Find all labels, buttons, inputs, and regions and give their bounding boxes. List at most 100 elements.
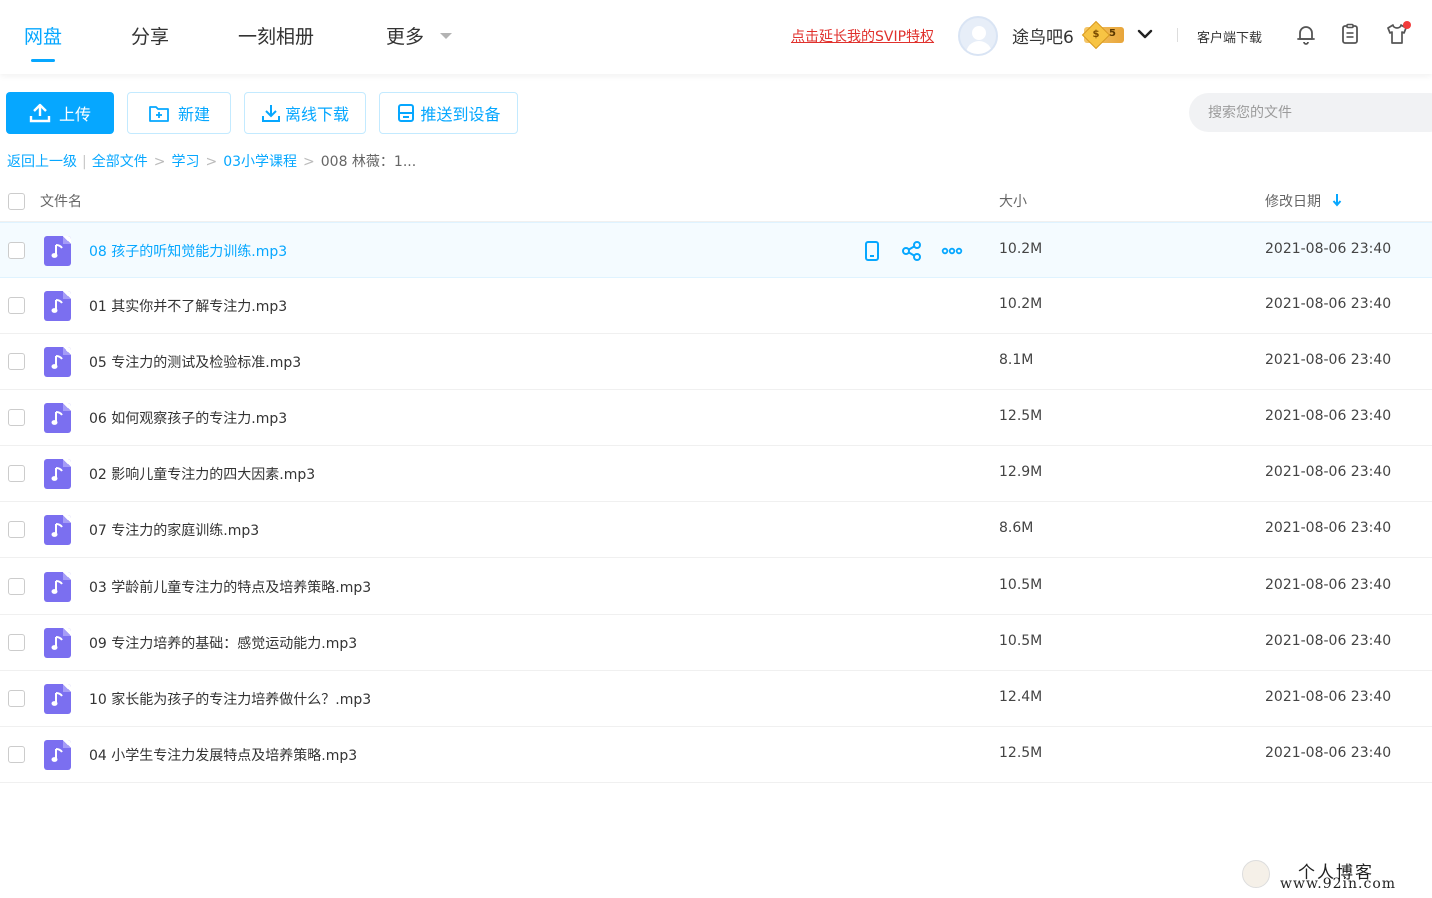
breadcrumb-current: 008 林薇：1... [320,154,417,170]
file-name[interactable]: 06 如何观察孩子的专注力.mp3 [89,408,287,428]
file-date: 2021-08-06 23:40 [1265,296,1392,312]
file-size: 10.2M [999,296,1043,312]
table-row[interactable]: 06 如何观察孩子的专注力.mp3 12.5M 2021-08-06 23:40 [0,390,1432,446]
avatar[interactable] [958,16,998,56]
file-name[interactable]: 04 小学生专注力发展特点及培养策略.mp3 [89,745,357,765]
offline-download-label: 离线下载 [284,105,349,124]
header-divider [1177,28,1178,42]
file-size: 8.6M [999,520,1034,536]
watermark-line2: www.92in.com [1280,876,1397,892]
breadcrumb-item-study[interactable]: 学习 [171,154,199,170]
active-tab-indicator [31,59,55,62]
phone-send-icon[interactable] [861,240,883,262]
file-name[interactable]: 07 专注力的家庭训练.mp3 [89,520,259,540]
username[interactable]: 途鸟吧6 [1012,23,1074,48]
sort-descending-icon[interactable] [1332,193,1342,207]
share-icon[interactable] [901,240,923,262]
file-name[interactable]: 09 专注力培养的基础：感觉运动能力.mp3 [89,633,357,653]
table-row[interactable]: 09 专注力培养的基础：感觉运动能力.mp3 10.5M 2021-08-06 23… [0,615,1432,671]
svip-extend-link[interactable]: 点击延长我的SVIP特权 [791,26,934,46]
watermark: 个人博客 www.92in.com [1240,858,1420,894]
file-date: 2021-08-06 23:40 [1265,520,1392,536]
upload-icon [29,103,51,123]
table-row[interactable]: 08 孩子的听知觉能力训练.mp3 10.2M 2021-08-06 23:40 [0,222,1432,278]
clipboard-icon[interactable] [1338,22,1362,46]
audio-file-icon [44,684,71,714]
audio-file-icon [44,628,71,658]
column-header-date[interactable]: 修改日期 [1265,191,1321,211]
bell-icon[interactable] [1294,22,1318,46]
breadcrumb-all-files[interactable]: 全部文件 [92,154,148,170]
upload-button[interactable]: 上传 [6,92,114,134]
table-row[interactable]: 10 家长能为孩子的专注力培养做什么？.mp3 12.4M 2021-08-06 2… [0,671,1432,727]
file-date: 2021-08-06 23:40 [1265,745,1392,761]
file-size: 10.5M [999,633,1043,649]
row-checkbox[interactable] [8,353,25,370]
top-header: 网盘 分享 一刻相册 更多 点击延长我的SVIP特权 途鸟吧6 $ 5 客户端下… [0,0,1432,74]
tab-netdisk[interactable]: 网盘 [24,22,62,49]
more-options-icon[interactable] [941,240,963,262]
file-size: 12.9M [999,464,1043,480]
column-header-name[interactable]: 文件名 [40,191,82,211]
file-date: 2021-08-06 23:40 [1265,689,1392,705]
vip-coin-label: $ [1092,29,1100,40]
audio-file-icon [44,740,71,770]
breadcrumb-back-link[interactable]: 返回上一级 [7,154,77,170]
table-row[interactable]: 07 专注力的家庭训练.mp3 8.6M 2021-08-06 23:40 [0,502,1432,558]
user-menu-chevron-icon[interactable] [1137,28,1153,40]
file-table-header: 文件名 大小 修改日期 [0,178,1432,222]
file-size: 12.5M [999,408,1043,424]
table-row[interactable]: 01 其实你并不了解专注力.mp3 10.2M 2021-08-06 23:40 [0,278,1432,334]
audio-file-icon [44,347,71,377]
row-checkbox[interactable] [8,690,25,707]
row-checkbox[interactable] [8,465,25,482]
file-name[interactable]: 02 影响儿童专注力的四大因素.mp3 [89,464,315,484]
upload-label: 上传 [58,105,91,124]
new-folder-button[interactable]: 新建 [127,92,231,134]
row-checkbox[interactable] [8,521,25,538]
file-name[interactable]: 08 孩子的听知觉能力训练.mp3 [89,241,287,261]
file-date: 2021-08-06 23:40 [1265,577,1392,593]
file-name[interactable]: 03 学龄前儿童专注力的特点及培养策略.mp3 [89,577,371,597]
table-row[interactable]: 05 专注力的测试及检验标准.mp3 8.1M 2021-08-06 23:40 [0,334,1432,390]
audio-file-icon [44,572,71,602]
file-name[interactable]: 10 家长能为孩子的专注力培养做什么？.mp3 [89,689,371,709]
tab-album[interactable]: 一刻相册 [238,22,314,49]
download-icon [261,105,280,122]
tab-share[interactable]: 分享 [131,22,169,49]
file-name[interactable]: 05 专注力的测试及检验标准.mp3 [89,352,301,372]
row-checkbox[interactable] [8,578,25,595]
watermark-logo-icon [1242,860,1270,888]
audio-file-icon [44,291,71,321]
tab-more[interactable]: 更多 [386,22,424,49]
push-to-device-label: 推送到设备 [420,105,501,124]
device-icon [398,104,415,122]
table-row[interactable]: 03 学龄前儿童专注力的特点及培养策略.mp3 10.5M 2021-08-06 2… [0,559,1432,615]
file-size: 10.2M [999,241,1043,257]
vip-level-number: 5 [1109,28,1116,39]
search-input[interactable] [1189,93,1432,132]
more-dropdown-icon[interactable] [440,33,452,39]
row-checkbox[interactable] [8,242,25,259]
file-name[interactable]: 01 其实你并不了解专注力.mp3 [89,296,287,316]
new-label: 新建 [177,105,210,124]
select-all-checkbox[interactable] [8,193,25,210]
push-to-device-button[interactable]: 推送到设备 [379,92,518,134]
row-checkbox[interactable] [8,746,25,763]
breadcrumb-item-course[interactable]: 03小学课程 [223,154,297,170]
notification-dot [1403,21,1411,29]
audio-file-icon [44,515,71,545]
audio-file-icon [44,459,71,489]
vip-level-badge: $ 5 [1081,20,1124,50]
column-header-size[interactable]: 大小 [999,191,1027,211]
file-date: 2021-08-06 23:40 [1265,408,1392,424]
audio-file-icon [44,403,71,433]
client-download-link[interactable]: 客户端下载 [1197,27,1262,46]
row-checkbox[interactable] [8,634,25,651]
row-checkbox[interactable] [8,297,25,314]
file-date: 2021-08-06 23:40 [1265,633,1392,649]
offline-download-button[interactable]: 离线下载 [244,92,366,134]
table-row[interactable]: 04 小学生专注力发展特点及培养策略.mp3 12.5M 2021-08-06 23… [0,727,1432,783]
row-checkbox[interactable] [8,409,25,426]
table-row[interactable]: 02 影响儿童专注力的四大因素.mp3 12.9M 2021-08-06 23:40 [0,446,1432,502]
